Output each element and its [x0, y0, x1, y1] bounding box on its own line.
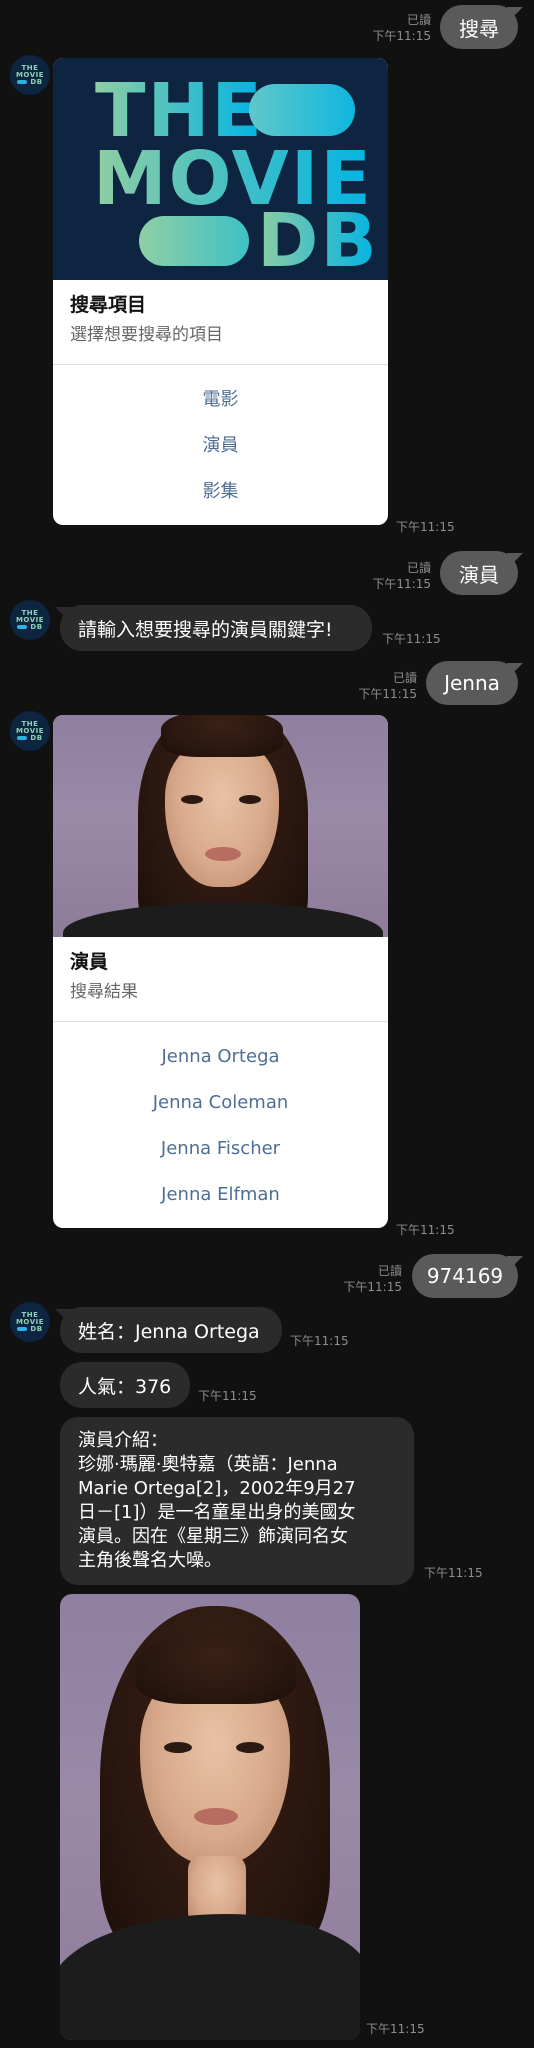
- message-text: 974169: [426, 1264, 504, 1288]
- bot-avatar[interactable]: THE MOVIE DB: [10, 711, 50, 751]
- read-receipt: 已讀: [377, 1264, 402, 1278]
- read-receipt: 已讀: [392, 671, 417, 685]
- timestamp: 下午11:15: [343, 1280, 402, 1294]
- message-text: 姓名：Jenna Ortega: [78, 1320, 260, 1343]
- photo-eye: [164, 1742, 192, 1753]
- photo-lips: [194, 1808, 238, 1825]
- bio-text: 演員介紹： 珍娜·瑪麗·奧特嘉（英語：Jenna Marie Ortega[2]…: [78, 1429, 356, 1573]
- photo-eye: [236, 1742, 264, 1753]
- card-title: 演員: [70, 951, 109, 973]
- search-menu-card: THE MOVIE DB 搜尋項目 選擇想要搜尋的項目 電影 演員 影集: [53, 58, 388, 525]
- avatar-logo-line: DB: [17, 623, 42, 631]
- message-text: 人氣：376: [78, 1375, 172, 1398]
- bio-line: 主角後聲名大噪。: [78, 1550, 222, 1571]
- photo-bangs: [161, 715, 283, 757]
- timestamp: 下午11:15: [358, 687, 417, 701]
- outgoing-message[interactable]: 搜尋: [440, 5, 518, 49]
- timestamp: 下午11:15: [366, 2022, 425, 2036]
- incoming-message[interactable]: 姓名：Jenna Ortega: [60, 1307, 282, 1353]
- actor-photo-message[interactable]: [60, 1594, 360, 2040]
- photo-face: [165, 737, 279, 887]
- card-title: 搜尋項目: [70, 294, 147, 316]
- result-button[interactable]: Jenna Elfman: [53, 1172, 388, 1218]
- tmdb-logo-line: DB: [257, 198, 379, 284]
- bio-line: Marie Ortega[2]，2002年9月27: [78, 1478, 356, 1499]
- result-button[interactable]: Jenna Ortega: [53, 1034, 388, 1080]
- bio-message[interactable]: 演員介紹： 珍娜·瑪麗·奧特嘉（英語：Jenna Marie Ortega[2]…: [60, 1417, 414, 1585]
- result-button[interactable]: Jenna Coleman: [53, 1080, 388, 1126]
- read-receipt: 已讀: [406, 13, 431, 27]
- photo-clothing: [60, 1914, 360, 2040]
- avatar-logo-line: DB: [17, 734, 42, 742]
- outgoing-message[interactable]: 演員: [440, 551, 518, 595]
- read-receipt: 已讀: [406, 561, 431, 575]
- tmdb-pill-icon: [139, 216, 249, 266]
- timestamp: 下午11:15: [290, 1334, 349, 1348]
- photo-lips: [205, 847, 241, 861]
- timestamp: 下午11:15: [424, 1566, 483, 1580]
- message-text: 搜尋: [459, 16, 499, 41]
- bio-line: 演員。因在《星期三》飾演同名女: [78, 1526, 348, 1547]
- message-text: 演員: [459, 562, 499, 587]
- actor-results-card: 演員 搜尋結果 Jenna Ortega Jenna Coleman Jenna…: [53, 715, 388, 1228]
- timestamp: 下午11:15: [396, 520, 455, 534]
- card-subtitle: 搜尋結果: [70, 982, 138, 1002]
- bot-avatar[interactable]: THE MOVIE DB: [10, 55, 50, 95]
- outgoing-message[interactable]: Jenna: [426, 661, 518, 705]
- timestamp: 下午11:15: [396, 1223, 455, 1237]
- photo-clothing: [63, 903, 383, 937]
- photo-eye: [181, 795, 203, 804]
- action-movie-button[interactable]: 電影: [53, 377, 388, 423]
- card-subtitle: 選擇想要搜尋的項目: [70, 325, 223, 345]
- tmdb-pill-icon: [249, 84, 355, 136]
- bot-avatar[interactable]: THE MOVIE DB: [10, 600, 50, 640]
- timestamp: 下午11:15: [382, 632, 441, 646]
- avatar-pill-icon: [17, 735, 28, 740]
- bio-line: 珍娜·瑪麗·奧特嘉（英語：Jenna: [78, 1454, 338, 1475]
- timestamp: 下午11:15: [372, 577, 431, 591]
- actor-photo: [53, 715, 388, 937]
- avatar-logo-line: DB: [17, 78, 42, 86]
- bot-avatar[interactable]: THE MOVIE DB: [10, 1302, 50, 1342]
- action-tv-button[interactable]: 影集: [53, 469, 388, 515]
- tmdb-logo-banner: THE MOVIE DB: [53, 58, 388, 280]
- avatar-pill-icon: [17, 79, 28, 84]
- bio-line: 日－[1]）是一名童星出身的美國女: [78, 1502, 356, 1523]
- incoming-message[interactable]: 請輸入想要搜尋的演員關鍵字!: [60, 605, 372, 651]
- timestamp: 下午11:15: [198, 1389, 257, 1403]
- photo-eye: [239, 795, 261, 804]
- action-actor-button[interactable]: 演員: [53, 423, 388, 469]
- timestamp: 下午11:15: [372, 29, 431, 43]
- message-text: 請輸入想要搜尋的演員關鍵字!: [78, 618, 333, 641]
- avatar-pill-icon: [17, 624, 28, 629]
- photo-bangs: [136, 1634, 296, 1704]
- avatar-pill-icon: [17, 1326, 28, 1331]
- outgoing-message[interactable]: 974169: [412, 1254, 518, 1298]
- avatar-logo-line: DB: [17, 1325, 42, 1333]
- incoming-message[interactable]: 人氣：376: [60, 1362, 190, 1408]
- message-text: Jenna: [444, 671, 500, 695]
- result-button[interactable]: Jenna Fischer: [53, 1126, 388, 1172]
- bio-line: 演員介紹：: [78, 1430, 168, 1451]
